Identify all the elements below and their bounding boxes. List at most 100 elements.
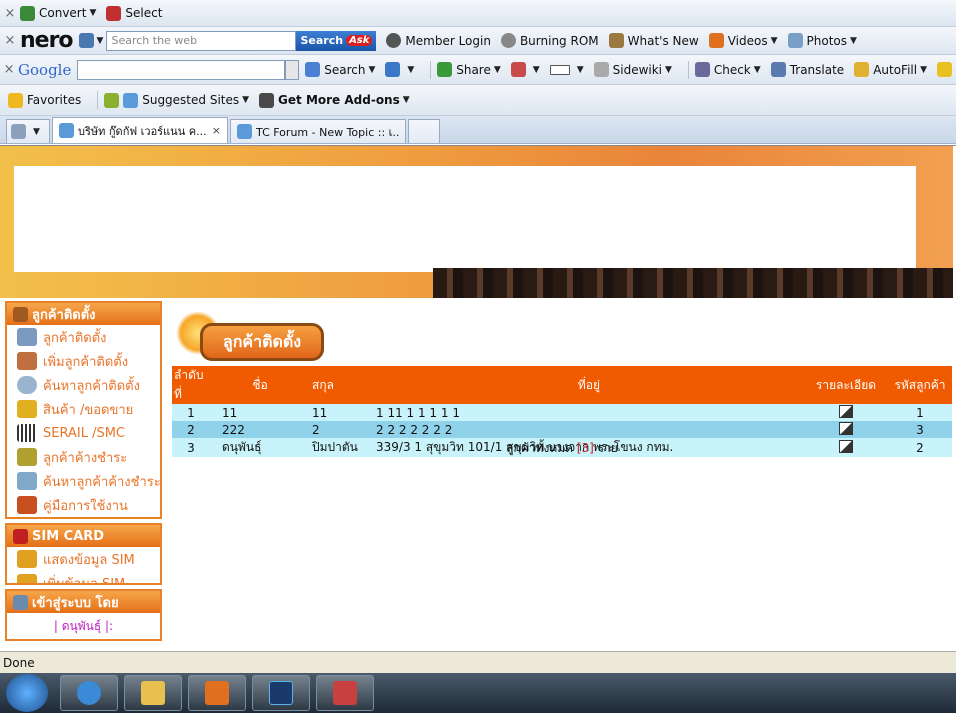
sidebar-item-search-overdue[interactable]: ค้นหาลูกค้าค้างชำระ <box>7 469 160 493</box>
check-button[interactable]: Check ▼ <box>694 62 761 77</box>
sidebar-item-show-sim[interactable]: แสดงข้อมูล SIM <box>7 547 160 571</box>
quick-tabs-button[interactable]: ▼ <box>6 119 50 143</box>
edit-icon[interactable] <box>839 404 853 418</box>
chevron-down-icon[interactable]: ▼ <box>97 36 104 46</box>
sidebar-item-label: สินค้า /ขอดขาย <box>43 402 134 418</box>
sidebar-item-overdue[interactable]: ลูกค้าค้างชำระ <box>7 445 160 469</box>
start-button[interactable] <box>6 674 48 712</box>
convert-toolbar: × Convert ▼ Select <box>0 0 956 27</box>
sidebar-item-manual[interactable]: คู่มือการใช้งาน <box>7 493 160 517</box>
toolbar-divider <box>687 60 689 79</box>
chevron-down-icon[interactable]: ▼ <box>89 8 96 18</box>
chevron-down-icon[interactable]: ▼ <box>407 65 414 75</box>
member-icon <box>386 33 402 48</box>
taskbar-explorer-button[interactable] <box>124 675 182 711</box>
chevron-down-icon[interactable]: ▼ <box>920 65 927 75</box>
highlight-button[interactable]: ▼ <box>549 64 584 75</box>
popup-blocker-button[interactable]: ▼ <box>510 62 540 77</box>
chevron-down-icon[interactable]: ▼ <box>577 65 584 75</box>
google-toolbar: × Google Search ▼ ▼ Share ▼ ▼ ▼ Sidewiki… <box>0 55 956 85</box>
taskbar-photoshop-button[interactable] <box>252 675 310 711</box>
google-search-button[interactable]: Search ▼ <box>305 62 375 77</box>
cell-no: 1 <box>172 404 210 421</box>
close-icon[interactable]: × <box>0 33 20 48</box>
google-search-label: Search <box>324 62 366 77</box>
total-number: [3] <box>576 441 594 455</box>
chevron-down-icon[interactable]: ▼ <box>368 65 375 75</box>
cell-code: 3 <box>888 421 952 438</box>
translate-button[interactable]: Translate <box>770 62 844 77</box>
search-button-label: Search <box>300 34 344 47</box>
photo-icon <box>787 33 803 48</box>
column-header-no: ลำดับที่ <box>172 366 210 404</box>
cell-detail <box>804 404 888 421</box>
photos-button[interactable]: Photos ▼ <box>787 33 857 48</box>
chevron-down-icon[interactable]: ▼ <box>771 36 778 46</box>
chevron-down-icon[interactable]: ▼ <box>242 95 249 105</box>
edit-icon[interactable] <box>839 421 853 435</box>
cell-name: 11 <box>210 404 310 421</box>
sidebar-item-add-sim[interactable]: เพิ่มข้อมูล SIM <box>7 571 160 585</box>
sidebar-item-customers[interactable]: ลูกค้าติดตั้ง <box>7 325 160 349</box>
taskbar-ie-button[interactable] <box>60 675 118 711</box>
convert-icon <box>20 5 35 21</box>
sidebar-item-search-customer[interactable]: ค้นหาลูกค้าติดตั้ง <box>7 373 160 397</box>
taskbar-media-button[interactable] <box>188 675 246 711</box>
close-icon[interactable]: × <box>212 124 221 137</box>
search-button[interactable]: Search Ask <box>296 30 377 51</box>
ie-page-icon <box>237 124 252 139</box>
media-player-icon <box>205 681 229 705</box>
pen-icon[interactable] <box>937 62 953 77</box>
users-icon <box>17 328 37 346</box>
taskbar-app-button[interactable] <box>316 675 374 711</box>
sidebar-item-add-customer[interactable]: เพิ่มลูกค้าติดตั้ง <box>7 349 160 373</box>
translate-icon <box>770 62 786 77</box>
quick-tabs-icon <box>11 124 26 139</box>
share-button[interactable]: Share ▼ <box>437 62 501 77</box>
sidebar-item-label: เพิ่มข้อมูล SIM <box>43 576 126 585</box>
favorites-button[interactable]: Favorites <box>8 92 81 108</box>
member-login-button[interactable]: Member Login <box>386 33 491 48</box>
videos-button[interactable]: Videos ▼ <box>708 33 778 48</box>
close-icon[interactable]: × <box>0 62 18 77</box>
cell-code: 1 <box>888 404 952 421</box>
sidewiki-button[interactable]: Sidewiki ▼ <box>593 62 672 77</box>
new-tab-button[interactable] <box>408 119 440 143</box>
chevron-down-icon[interactable]: ▼ <box>403 95 410 105</box>
sim-menu-title: SIM CARD <box>7 525 160 547</box>
convert-button[interactable]: Convert ▼ <box>20 5 96 21</box>
table-row: 2 222 2 2 2 2 2 2 2 2 3 <box>172 421 952 438</box>
burning-rom-button[interactable]: Burning ROM <box>500 33 599 48</box>
chevron-down-icon[interactable]: ▼ <box>33 127 40 137</box>
chevron-down-icon[interactable]: ▼ <box>850 36 857 46</box>
whats-new-button[interactable]: What's New <box>608 33 699 48</box>
toolbar-divider <box>430 60 432 79</box>
chevron-down-icon[interactable]: ▼ <box>533 65 540 75</box>
chevron-down-icon[interactable]: ▼ <box>494 65 501 75</box>
video-icon <box>708 33 724 48</box>
suggested-sites-button[interactable]: Suggested Sites ▼ <box>123 92 249 108</box>
banner-panel <box>14 166 916 272</box>
chevron-down-icon[interactable]: ▼ <box>665 65 672 75</box>
autofill-button[interactable]: AutoFill ▼ <box>854 62 927 77</box>
tab-company[interactable]: บริษัท กู๊ดกัฟ เวอร์แนน ค... × <box>52 117 228 143</box>
tab-forum[interactable]: TC Forum - New Topic :: เ... <box>230 119 406 143</box>
add-button[interactable]: ▼ <box>385 62 414 77</box>
sidebar-item-products[interactable]: สินค้า /ขอดขาย <box>7 397 160 421</box>
add-favorite-icon[interactable] <box>104 92 120 108</box>
chevron-down-icon[interactable] <box>285 59 300 80</box>
sidebar-item-label: เพิ่มลูกค้าติดตั้ง <box>43 354 129 370</box>
chevron-down-icon[interactable]: ▼ <box>754 65 761 75</box>
suggested-sites-label: Suggested Sites <box>142 93 240 107</box>
close-icon[interactable]: × <box>0 6 20 21</box>
sidebar-item-serial[interactable]: SERAIL /SMC <box>7 421 160 445</box>
google-logo: Google <box>18 61 71 79</box>
nero-search-input[interactable]: Search the web <box>106 30 297 51</box>
google-search-input[interactable] <box>77 59 286 80</box>
get-more-addons-button[interactable]: Get More Add-ons ▼ <box>259 92 410 108</box>
spellcheck-icon <box>694 62 710 77</box>
book-icon <box>17 496 37 514</box>
select-button[interactable]: Select <box>106 5 162 21</box>
share-label: Share <box>456 62 491 77</box>
web-icon[interactable] <box>78 33 94 48</box>
